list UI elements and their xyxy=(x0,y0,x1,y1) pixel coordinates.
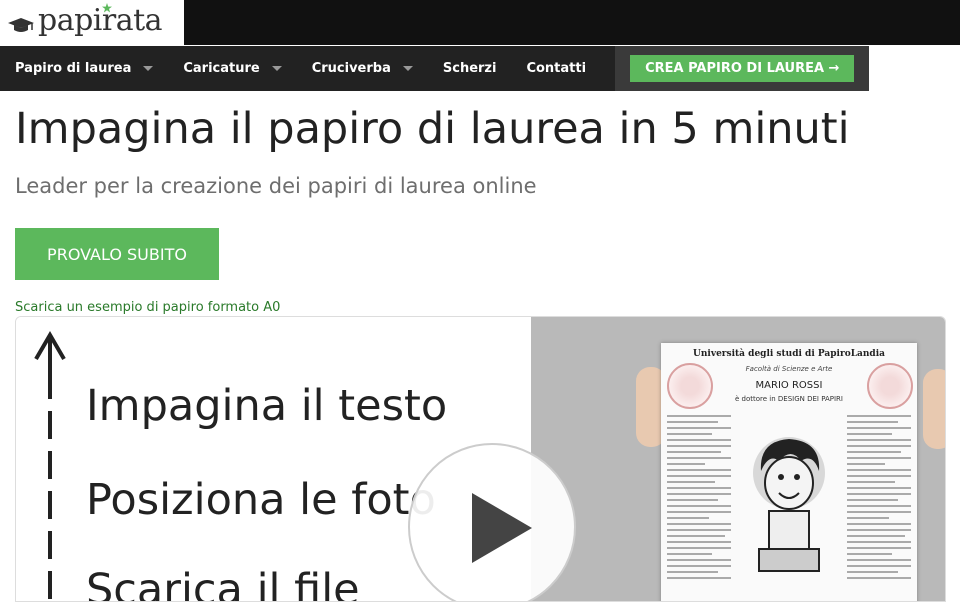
nav-item-papiro[interactable]: Papiro di laurea xyxy=(0,46,168,91)
logo-text: papirata xyxy=(38,2,163,38)
poster-university: Università degli studi di PapiroLandia xyxy=(693,349,885,359)
arrow-up-icon xyxy=(34,331,66,599)
star-icon xyxy=(102,3,112,13)
play-button[interactable] xyxy=(408,443,576,601)
top-bar: papirata xyxy=(0,0,960,45)
create-papiro-button[interactable]: CREA PAPIRO DI LAUREA → xyxy=(630,55,855,82)
video-step-1: Impagina il testo xyxy=(86,381,448,431)
try-now-button[interactable]: PROVALO SUBITO xyxy=(15,228,219,280)
caricature-image xyxy=(753,437,825,572)
papiro-poster: Università degli studi di PapiroLandia F… xyxy=(661,343,917,601)
nav-item-scherzi[interactable]: Scherzi xyxy=(428,46,512,91)
seal-icon xyxy=(667,363,713,409)
nav-item-cruciverba[interactable]: Cruciverba xyxy=(297,46,428,91)
chevron-down-icon xyxy=(143,66,154,71)
page-subtitle: Leader per la creazione dei papiri di la… xyxy=(15,174,537,198)
video-poster-panel: Università degli studi di PapiroLandia F… xyxy=(531,317,945,601)
hand-right xyxy=(923,369,945,449)
promo-video[interactable]: Impagina il testo Posiziona le foto Scar… xyxy=(15,316,946,602)
video-step-3: Scarica il file xyxy=(86,565,360,602)
graduation-cap-icon xyxy=(8,12,34,34)
nav-item-caricature[interactable]: Caricature xyxy=(168,46,296,91)
page-title: Impagina il papiro di laurea in 5 minuti xyxy=(15,104,850,154)
main-nav: Papiro di laurea Caricature Cruciverba S… xyxy=(0,46,870,91)
site-logo[interactable]: papirata xyxy=(0,0,184,45)
poster-text-left xyxy=(667,415,731,583)
nav-item-contatti[interactable]: Contatti xyxy=(511,46,601,91)
poster-text-right xyxy=(847,415,911,583)
seal-icon xyxy=(867,363,913,409)
nav-cta-container: CREA PAPIRO DI LAUREA → xyxy=(615,46,870,91)
chevron-down-icon xyxy=(271,66,282,71)
download-sample-link[interactable]: Scarica un esempio di papiro formato A0 xyxy=(15,300,280,315)
chevron-down-icon xyxy=(402,66,413,71)
play-icon xyxy=(472,493,532,563)
video-step-2: Posiziona le foto xyxy=(86,475,436,525)
